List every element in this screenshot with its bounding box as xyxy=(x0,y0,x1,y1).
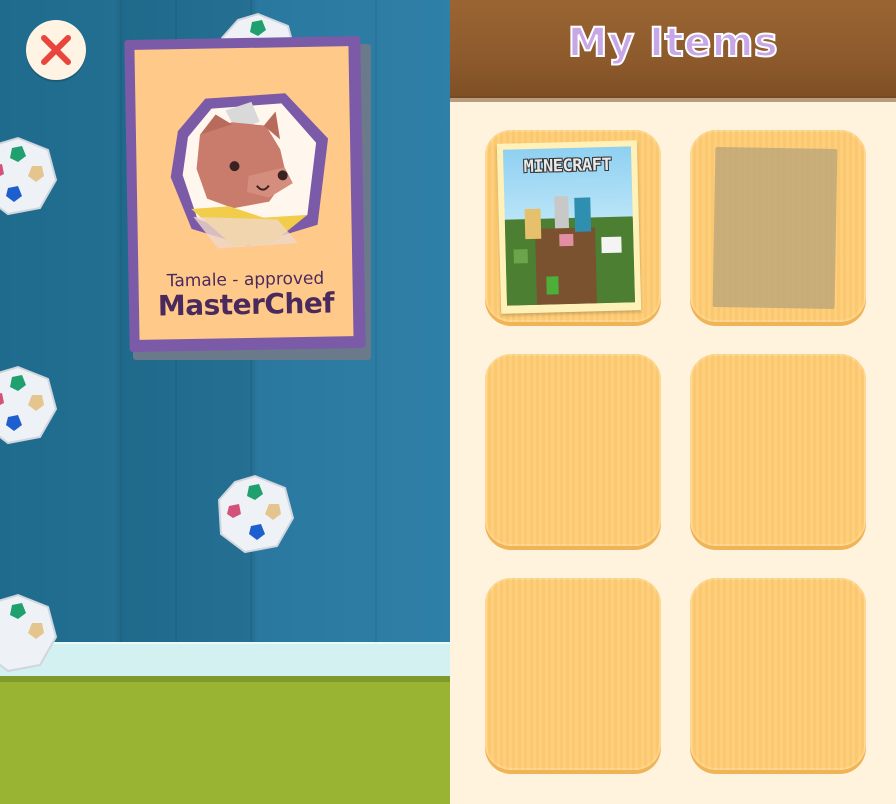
slot-texture xyxy=(485,578,661,770)
slot-texture xyxy=(690,354,866,546)
paint-palette-icon xyxy=(0,593,58,673)
close-x-icon xyxy=(41,35,71,65)
minecraft-cover-art: MINECRAFT xyxy=(502,146,635,306)
inventory-slot[interactable]: MINECRAFT xyxy=(485,130,661,322)
poster-frame: Tamale - approved MasterChef xyxy=(124,35,366,353)
inventory-slot[interactable] xyxy=(690,578,866,770)
inventory-slot[interactable] xyxy=(690,354,866,546)
inventory-slot[interactable] xyxy=(485,578,661,770)
wall-stripe xyxy=(120,0,122,645)
close-button[interactable] xyxy=(26,20,86,80)
placeholder-card xyxy=(712,146,838,310)
masterchef-poster[interactable]: Tamale - approved MasterChef xyxy=(124,35,371,360)
paint-palette-icon xyxy=(0,365,58,445)
my-items-panel: My Items MINECRAFT xyxy=(450,0,896,804)
minecraft-title: MINECRAFT xyxy=(523,154,612,178)
chef-dog-portrait-icon xyxy=(170,93,329,249)
baseboard xyxy=(0,642,460,678)
floor-edge xyxy=(0,676,460,682)
minecraft-item[interactable]: MINECRAFT xyxy=(496,140,642,314)
floor xyxy=(0,676,460,804)
wall-stripe xyxy=(375,0,377,645)
inventory-slot[interactable] xyxy=(485,354,661,546)
panel-title: My Items xyxy=(567,19,779,67)
slot-texture xyxy=(690,578,866,770)
poster-inner: Tamale - approved MasterChef xyxy=(134,46,354,340)
panel-header-edge xyxy=(450,96,896,102)
slot-texture xyxy=(485,354,661,546)
paint-palette-icon xyxy=(217,474,295,554)
game-scene: Tamale - approved MasterChef My Items MI… xyxy=(0,0,896,804)
poster-title: MasterChef xyxy=(157,286,335,323)
inventory-slot[interactable] xyxy=(690,130,866,322)
paint-palette-icon xyxy=(0,136,58,216)
